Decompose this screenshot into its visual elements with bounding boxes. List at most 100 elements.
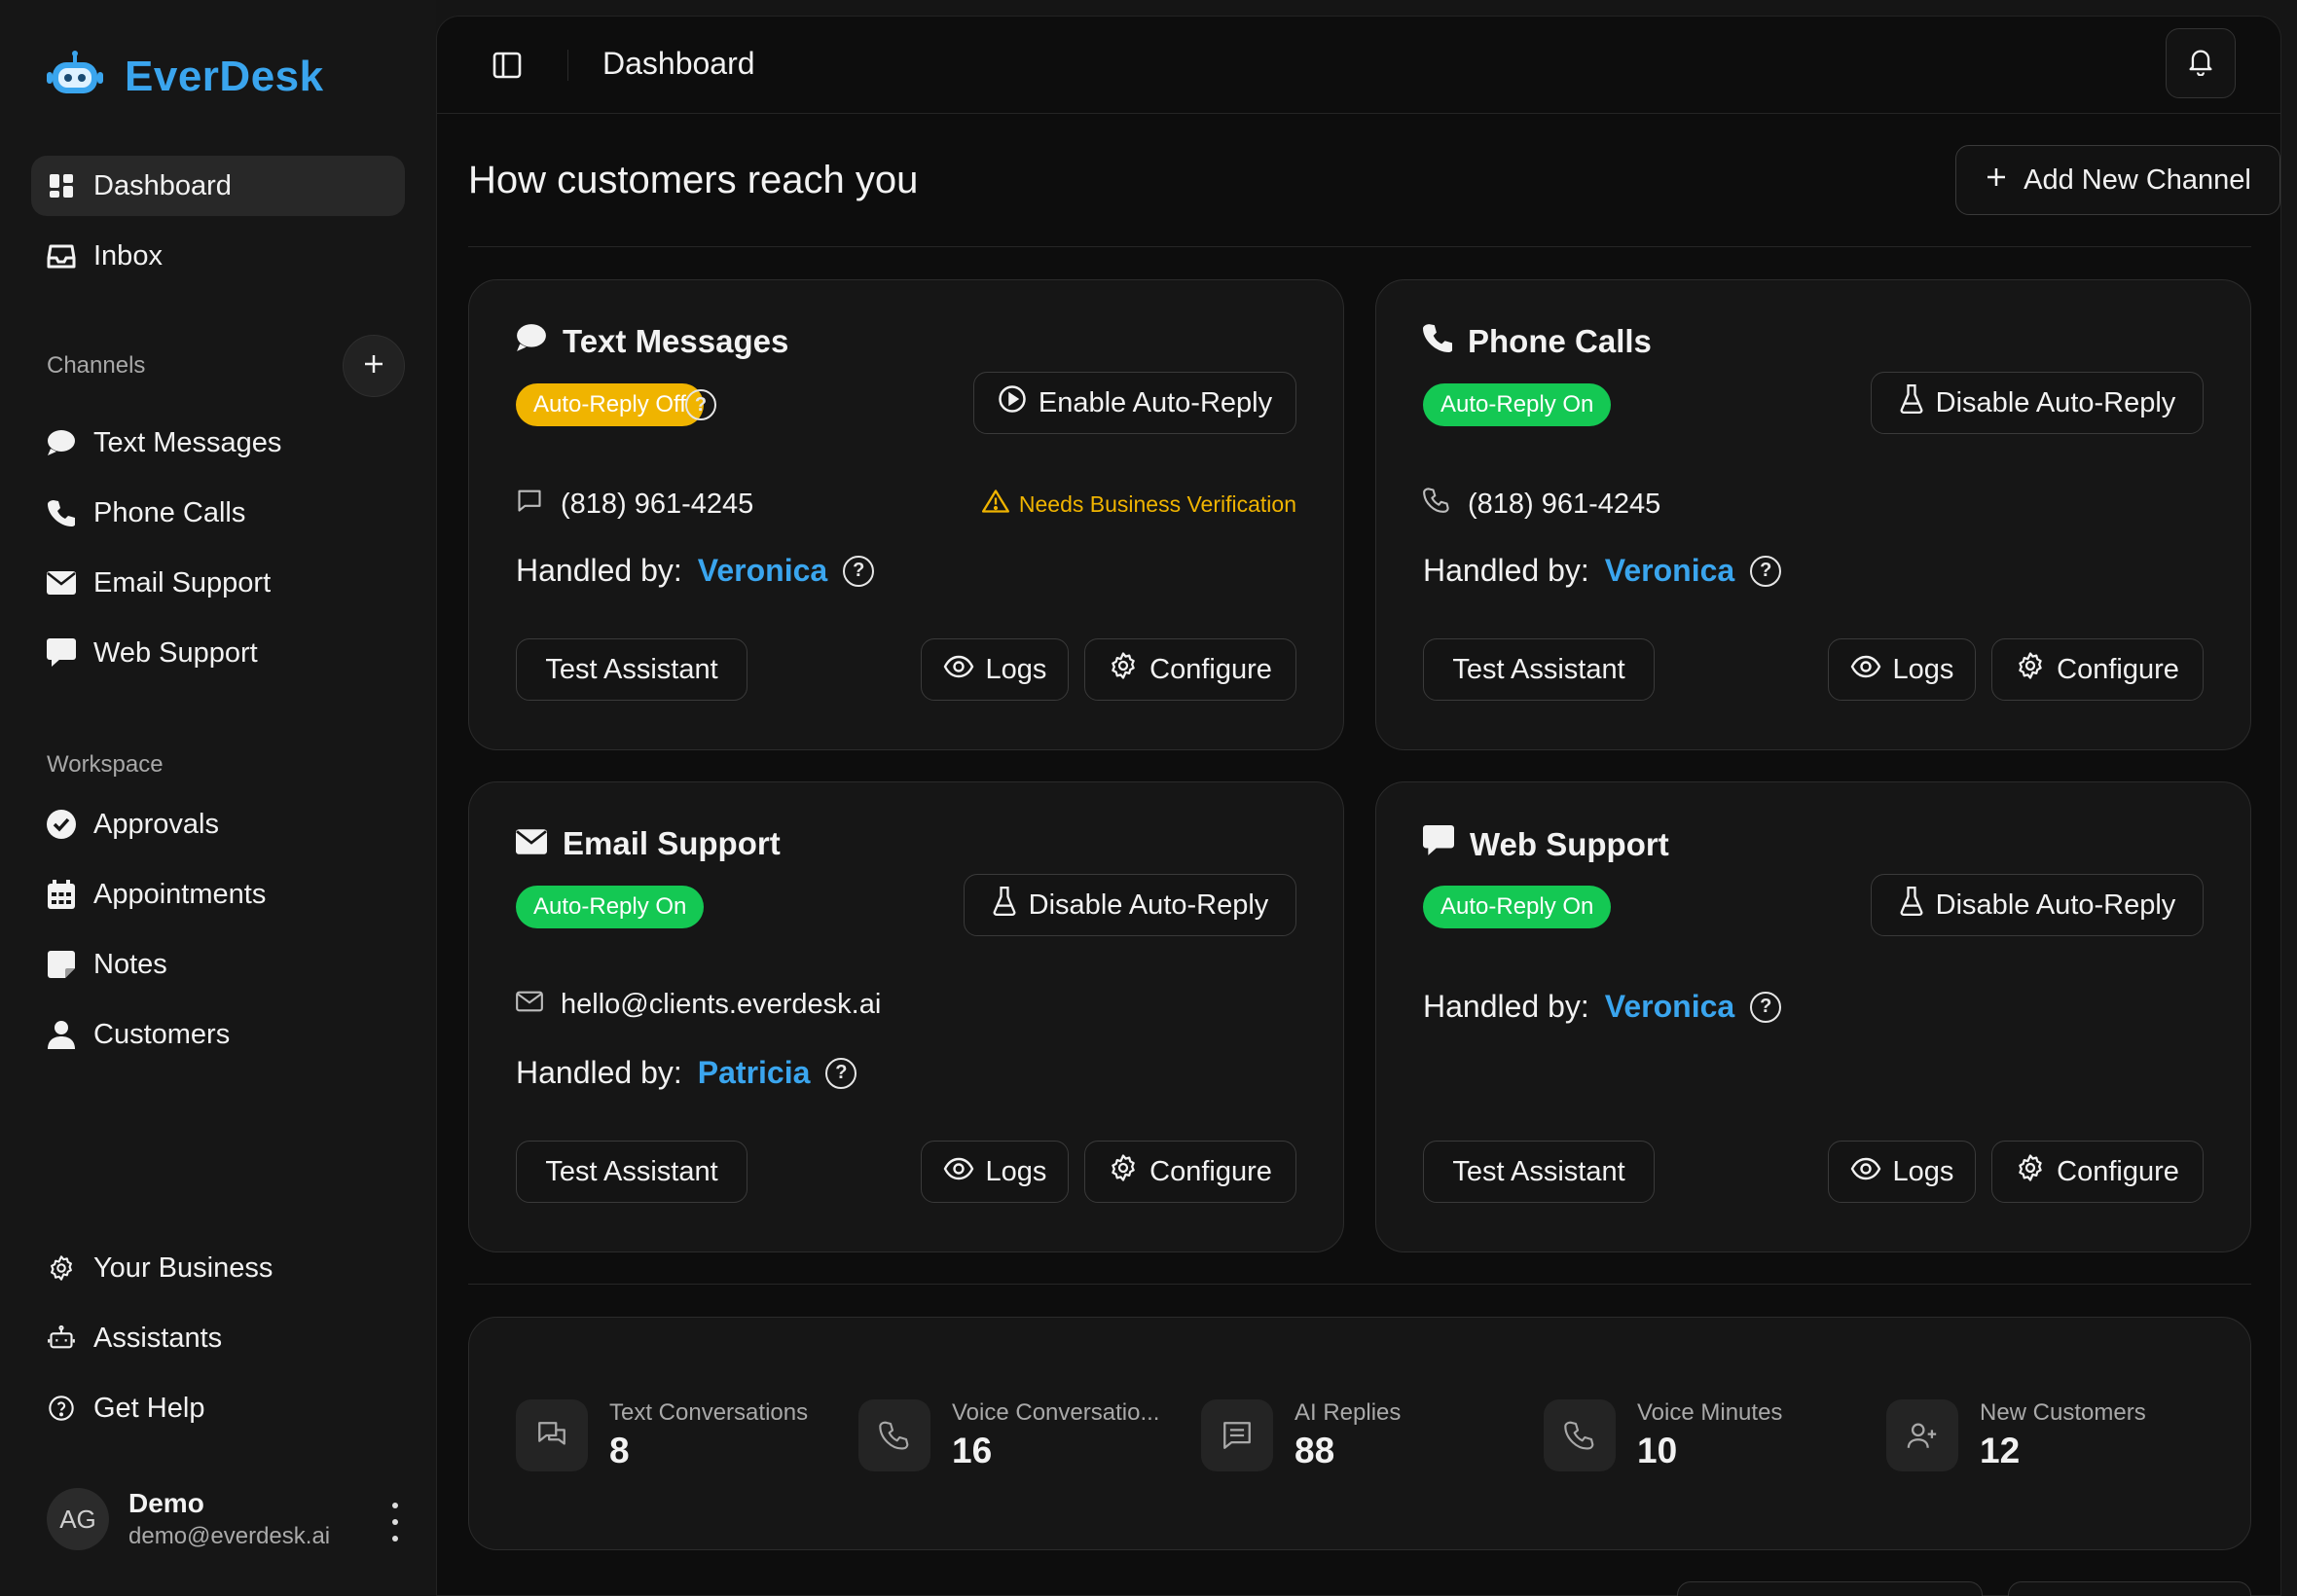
handled-by: Handled by: Patricia ? (516, 1055, 857, 1091)
partial-control[interactable] (2008, 1581, 2251, 1596)
channels-section-label: Channels (47, 352, 146, 379)
help-icon[interactable]: ? (1750, 555, 1782, 587)
handled-by-label: Handled by: (516, 1055, 682, 1090)
notifications-button[interactable] (2166, 28, 2236, 98)
button-label: Logs (985, 1155, 1047, 1187)
stats-panel: Text Conversations 8 Voice Conversatio..… (468, 1317, 2251, 1550)
disable-auto-reply-button[interactable]: Disable Auto-Reply (1871, 874, 2204, 936)
sidebar-item-appointments[interactable]: Appointments (31, 864, 405, 925)
disable-auto-reply-button[interactable]: Disable Auto-Reply (1871, 372, 2204, 434)
verification-warning[interactable]: Needs Business Verification (981, 489, 1296, 520)
sidebar-item-dashboard[interactable]: Dashboard (31, 156, 405, 216)
eye-icon (1850, 654, 1881, 686)
brand[interactable]: EverDesk (47, 47, 324, 107)
assistant-link[interactable]: Veronica (698, 553, 827, 589)
sidebar-toggle-icon[interactable] (492, 50, 523, 81)
button-label: Configure (2057, 653, 2179, 685)
contact-info: hello@clients.everdesk.ai (516, 989, 881, 1021)
status-badge: Auto-Reply Off (516, 383, 704, 426)
gear-icon (47, 1253, 76, 1283)
sidebar-item-customers[interactable]: Customers (31, 1004, 405, 1065)
add-new-channel-button[interactable]: Add New Channel (1955, 145, 2280, 215)
brand-name: EverDesk (125, 53, 324, 100)
test-assistant-button[interactable]: Test Assistant (1423, 1141, 1655, 1203)
flask-icon (992, 887, 1017, 924)
more-vertical-icon[interactable] (383, 1503, 407, 1542)
user-name: Demo (128, 1488, 204, 1518)
add-channel-sidebar-button[interactable] (343, 335, 405, 397)
assistant-link[interactable]: Veronica (1605, 989, 1734, 1025)
logs-button[interactable]: Logs (921, 1141, 1069, 1203)
help-icon[interactable]: ? (685, 389, 716, 420)
test-assistant-button[interactable]: Test Assistant (516, 638, 747, 701)
sidebar-item-text-messages[interactable]: Text Messages (31, 413, 405, 473)
plus-icon (362, 352, 385, 381)
user-profile[interactable]: AG Demo demo@everdesk.ai (47, 1485, 407, 1553)
phone-icon (858, 1399, 930, 1471)
test-assistant-button[interactable]: Test Assistant (516, 1141, 747, 1203)
eye-icon (943, 1156, 974, 1188)
gear-icon (1109, 1153, 1138, 1190)
enable-auto-reply-button[interactable]: Enable Auto-Reply (973, 372, 1296, 434)
configure-button[interactable]: Configure (1991, 1141, 2204, 1203)
configure-button[interactable]: Configure (1084, 1141, 1296, 1203)
chat-bubble-icon (47, 428, 76, 457)
sidebar-item-email-support[interactable]: Email Support (31, 553, 405, 613)
robot-logo-icon (47, 50, 103, 104)
note-icon (47, 950, 76, 979)
stat-text-conversations: Text Conversations 8 (516, 1399, 808, 1471)
assistant-link[interactable]: Patricia (698, 1055, 811, 1091)
configure-button[interactable]: Configure (1084, 638, 1296, 701)
sidebar-item-web-support[interactable]: Web Support (31, 623, 405, 683)
grid-icon (47, 171, 76, 200)
sidebar-item-label: Text Messages (93, 426, 282, 458)
sidebar-item-inbox[interactable]: Inbox (31, 226, 405, 286)
contact-info: (818) 961-4245 (516, 487, 753, 522)
handled-by: Handled by: Veronica ? (1423, 989, 1782, 1025)
eye-icon (943, 654, 974, 686)
help-icon[interactable]: ? (825, 1057, 857, 1089)
card-title: Web Support (1423, 825, 1669, 864)
assistant-link[interactable]: Veronica (1605, 553, 1734, 589)
topbar-separator (567, 50, 568, 81)
handled-by-label: Handled by: (1423, 989, 1589, 1024)
workspace-section-label: Workspace (47, 751, 164, 778)
button-label: Logs (1892, 653, 1954, 685)
card-title-text: Email Support (563, 825, 781, 861)
sidebar-item-get-help[interactable]: Get Help (31, 1378, 405, 1438)
sidebar-item-label: Get Help (93, 1392, 205, 1424)
sidebar-item-approvals[interactable]: Approvals (31, 794, 405, 854)
status-badge: Auto-Reply On (516, 886, 705, 928)
handled-by-label: Handled by: (516, 553, 682, 588)
stat-value: 12 (1980, 1431, 2021, 1470)
user-plus-icon (1886, 1399, 1958, 1471)
help-icon[interactable]: ? (843, 555, 875, 587)
logs-button[interactable]: Logs (1828, 1141, 1976, 1203)
partial-control[interactable] (1677, 1581, 1983, 1596)
sidebar-item-your-business[interactable]: Your Business (31, 1238, 405, 1298)
phone-icon (1423, 323, 1454, 360)
sidebar-item-notes[interactable]: Notes (31, 934, 405, 995)
stat-label: Voice Minutes (1637, 1399, 1783, 1426)
help-icon[interactable]: ? (1750, 991, 1782, 1023)
button-label: Disable Auto-Reply (1935, 386, 2176, 418)
stat-value: 16 (952, 1431, 993, 1470)
button-label: Disable Auto-Reply (1028, 889, 1269, 921)
topbar: Dashboard (437, 17, 2280, 114)
configure-button[interactable]: Configure (1991, 638, 2204, 701)
phone-icon (1544, 1399, 1616, 1471)
sidebar-item-assistants[interactable]: Assistants (31, 1308, 405, 1368)
handled-by: Handled by: Veronica ? (1423, 553, 1782, 589)
sidebar-item-phone-calls[interactable]: Phone Calls (31, 483, 405, 543)
message-square-icon (47, 638, 76, 668)
disable-auto-reply-button[interactable]: Disable Auto-Reply (964, 874, 1296, 936)
logs-button[interactable]: Logs (921, 638, 1069, 701)
help-circle-icon (47, 1394, 76, 1423)
stat-label: Text Conversations (609, 1399, 809, 1426)
status-badge: Auto-Reply On (1423, 886, 1612, 928)
logs-button[interactable]: Logs (1828, 638, 1976, 701)
test-assistant-button[interactable]: Test Assistant (1423, 638, 1655, 701)
inbox-icon (47, 241, 76, 271)
card-title-text: Web Support (1470, 826, 1669, 862)
sidebar-item-label: Web Support (93, 636, 258, 669)
